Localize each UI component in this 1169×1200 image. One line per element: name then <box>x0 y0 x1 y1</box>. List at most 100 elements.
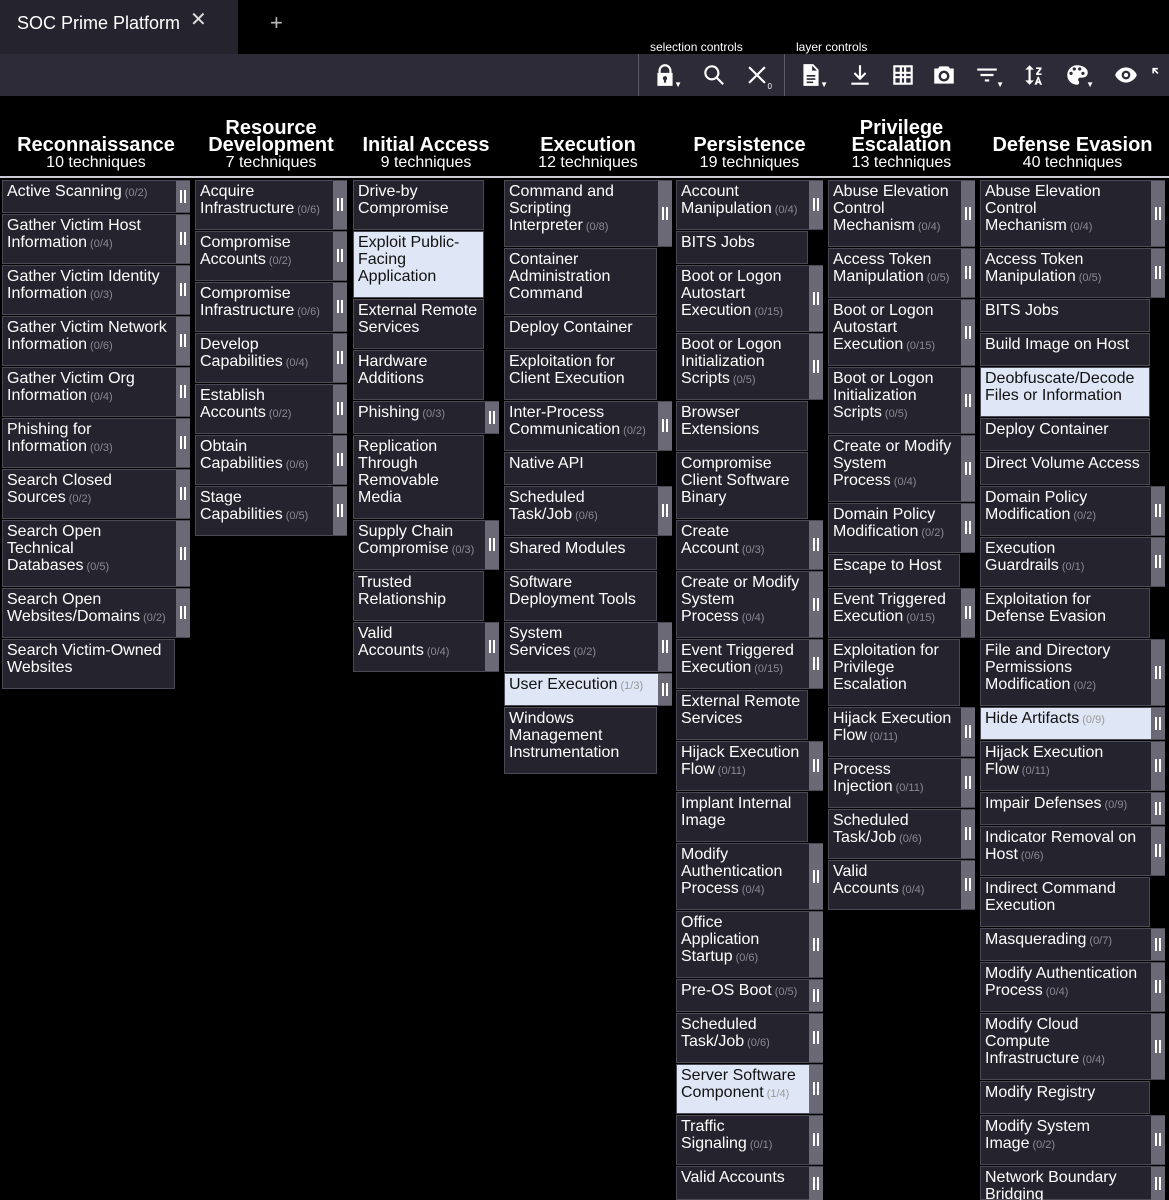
technique-cell[interactable]: Network Boundary Bridging <box>980 1166 1165 1200</box>
technique-cell[interactable]: Scheduled Task/Job (0/6) <box>828 809 975 859</box>
technique-cell[interactable]: Boot or Logon Initialization Scripts (0/5… <box>676 333 823 400</box>
expand-handle-icon[interactable] <box>333 487 347 535</box>
technique-cell[interactable]: Pre-OS Boot (0/5) <box>676 979 823 1012</box>
expand-handle-icon[interactable] <box>809 334 823 399</box>
expand-handle-icon[interactable] <box>1151 249 1165 297</box>
technique-cell[interactable]: Exploitation for Privilege Escalation <box>828 639 960 706</box>
tab-soc-prime[interactable]: SOC Prime Platform ✕ <box>0 0 238 54</box>
expand-handle-icon[interactable] <box>1151 1014 1165 1079</box>
technique-cell[interactable]: Masquerading (0/7) <box>980 928 1165 961</box>
eye-icon[interactable] <box>1109 59 1143 91</box>
expand-handle-icon[interactable] <box>658 674 672 705</box>
technique-cell[interactable]: Boot or Logon Initialization Scripts (0/5… <box>828 367 975 434</box>
technique-cell[interactable]: Software Deployment Tools <box>504 571 657 621</box>
technique-cell[interactable]: Compromise Infrastructure (0/6) <box>195 282 347 332</box>
expand-handle-icon[interactable] <box>1151 793 1165 824</box>
technique-cell[interactable]: Exploitation for Defense Evasion <box>980 588 1150 638</box>
technique-cell[interactable]: Windows Management Instrumentation <box>504 707 657 774</box>
technique-cell[interactable]: Compromise Accounts (0/2) <box>195 231 347 281</box>
technique-cell[interactable]: External Remote Services <box>353 299 484 349</box>
sort-icon[interactable] <box>1018 59 1052 91</box>
expand-handle-icon[interactable] <box>809 912 823 977</box>
expand-handle-icon[interactable] <box>809 1065 823 1113</box>
tactic-header[interactable]: Execution 12 techniques <box>504 96 672 176</box>
tactic-header[interactable]: Defense Evasion 40 techniques <box>980 96 1165 176</box>
technique-cell[interactable]: Build Image on Host <box>980 333 1150 366</box>
expand-handle-icon[interactable] <box>1151 929 1165 960</box>
technique-cell[interactable]: Modify Authentication Process (0/4) <box>676 843 823 910</box>
expand-handle-icon[interactable] <box>333 385 347 433</box>
technique-cell[interactable]: Modify Registry <box>980 1081 1150 1114</box>
expand-handle-icon[interactable] <box>961 300 975 365</box>
technique-cell[interactable]: Access Token Manipulation (0/5) <box>980 248 1165 298</box>
expand-handle-icon[interactable] <box>961 861 975 909</box>
technique-cell[interactable]: Inter-Process Communication (0/2) <box>504 401 672 451</box>
expand-handle-icon[interactable] <box>176 521 190 586</box>
technique-cell[interactable]: Deploy Container <box>504 316 657 349</box>
expand-handle-icon[interactable] <box>658 623 672 671</box>
technique-cell[interactable]: Search Open Websites/Domains (0/2) <box>2 588 190 638</box>
technique-cell[interactable]: Hijack Execution Flow (0/11) <box>828 707 975 757</box>
expand-handle-icon[interactable] <box>176 589 190 637</box>
expand-handle-icon[interactable] <box>658 487 672 535</box>
technique-cell[interactable]: Exploitation for Client Execution <box>504 350 657 400</box>
technique-cell[interactable]: Replication Through Removable Media <box>353 435 484 519</box>
expand-handle-icon[interactable] <box>961 589 975 637</box>
expand-handle-icon[interactable] <box>1151 963 1165 1011</box>
technique-cell[interactable]: Hardware Additions <box>353 350 484 400</box>
expand-handle-icon[interactable] <box>809 980 823 1011</box>
expand-handle-icon[interactable] <box>485 521 499 569</box>
technique-cell[interactable]: Supply Chain Compromise (0/3) <box>353 520 499 570</box>
technique-cell[interactable]: Valid Accounts (0/4) <box>828 860 975 910</box>
tactic-header[interactable]: Reconnaissance 10 techniques <box>2 96 190 176</box>
grid-icon[interactable] <box>886 59 920 91</box>
expand-handle-icon[interactable] <box>176 215 190 263</box>
expand-icon[interactable] <box>1152 59 1169 91</box>
technique-cell[interactable]: Gather Victim Org Information (0/4) <box>2 367 190 417</box>
technique-cell[interactable]: Browser Extensions <box>676 401 808 451</box>
expand-handle-icon[interactable] <box>333 334 347 382</box>
technique-cell[interactable]: BITS Jobs <box>676 231 808 264</box>
palette-icon[interactable]: ▼ <box>1060 59 1094 91</box>
expand-handle-icon[interactable] <box>1151 538 1165 586</box>
technique-cell[interactable]: Hijack Execution Flow (0/11) <box>676 741 823 791</box>
technique-cell[interactable]: Active Scanning (0/2) <box>2 180 190 213</box>
tactic-header[interactable]: Persistence 19 techniques <box>676 96 823 176</box>
expand-handle-icon[interactable] <box>961 436 975 501</box>
technique-cell[interactable]: Hijack Execution Flow (0/11) <box>980 741 1165 791</box>
technique-cell[interactable]: Gather Victim Network Information (0/6) <box>2 316 190 366</box>
expand-handle-icon[interactable] <box>809 1116 823 1164</box>
technique-cell[interactable]: Valid Accounts (0/4) <box>353 622 499 672</box>
technique-cell[interactable]: Gather Victim Identity Information (0/3) <box>2 265 190 315</box>
expand-handle-icon[interactable] <box>961 368 975 433</box>
expand-handle-icon[interactable] <box>658 402 672 450</box>
technique-cell[interactable]: BITS Jobs <box>980 299 1150 332</box>
camera-icon[interactable] <box>927 59 961 91</box>
technique-cell[interactable]: Boot or Logon Autostart Execution (0/15) <box>828 299 975 366</box>
plus-icon[interactable]: + <box>270 12 283 34</box>
technique-cell[interactable]: Search Open Technical Databases (0/5) <box>2 520 190 587</box>
technique-cell[interactable]: Phishing (0/3) <box>353 401 499 434</box>
technique-cell[interactable]: Command and Scripting Interpreter (0/8) <box>504 180 672 247</box>
technique-cell[interactable]: Scheduled Task/Job (0/6) <box>676 1013 823 1063</box>
expand-handle-icon[interactable] <box>1151 181 1165 246</box>
expand-handle-icon[interactable] <box>1151 1167 1165 1200</box>
technique-cell[interactable]: Escape to Host <box>828 554 960 587</box>
expand-handle-icon[interactable] <box>333 181 347 229</box>
technique-cell[interactable]: Exploit Public-Facing Application <box>353 231 484 298</box>
technique-cell[interactable]: Develop Capabilities (0/4) <box>195 333 347 383</box>
expand-handle-icon[interactable] <box>658 181 672 246</box>
technique-cell[interactable]: Access Token Manipulation (0/5) <box>828 248 975 298</box>
technique-cell[interactable]: Impair Defenses (0/9) <box>980 792 1165 825</box>
filter-icon[interactable]: ▼ <box>970 59 1004 91</box>
expand-handle-icon[interactable] <box>176 181 190 212</box>
technique-cell[interactable]: Trusted Relationship <box>353 571 484 621</box>
tactic-header[interactable]: Privilege Escalation 13 techniques <box>828 96 975 176</box>
expand-handle-icon[interactable] <box>1151 708 1165 739</box>
expand-handle-icon[interactable] <box>333 283 347 331</box>
expand-handle-icon[interactable] <box>333 232 347 280</box>
expand-handle-icon[interactable] <box>1151 742 1165 790</box>
technique-cell[interactable]: Server Software Component (1/4) <box>676 1064 823 1114</box>
expand-handle-icon[interactable] <box>1151 827 1165 875</box>
technique-cell[interactable]: Phishing for Information (0/3) <box>2 418 190 468</box>
